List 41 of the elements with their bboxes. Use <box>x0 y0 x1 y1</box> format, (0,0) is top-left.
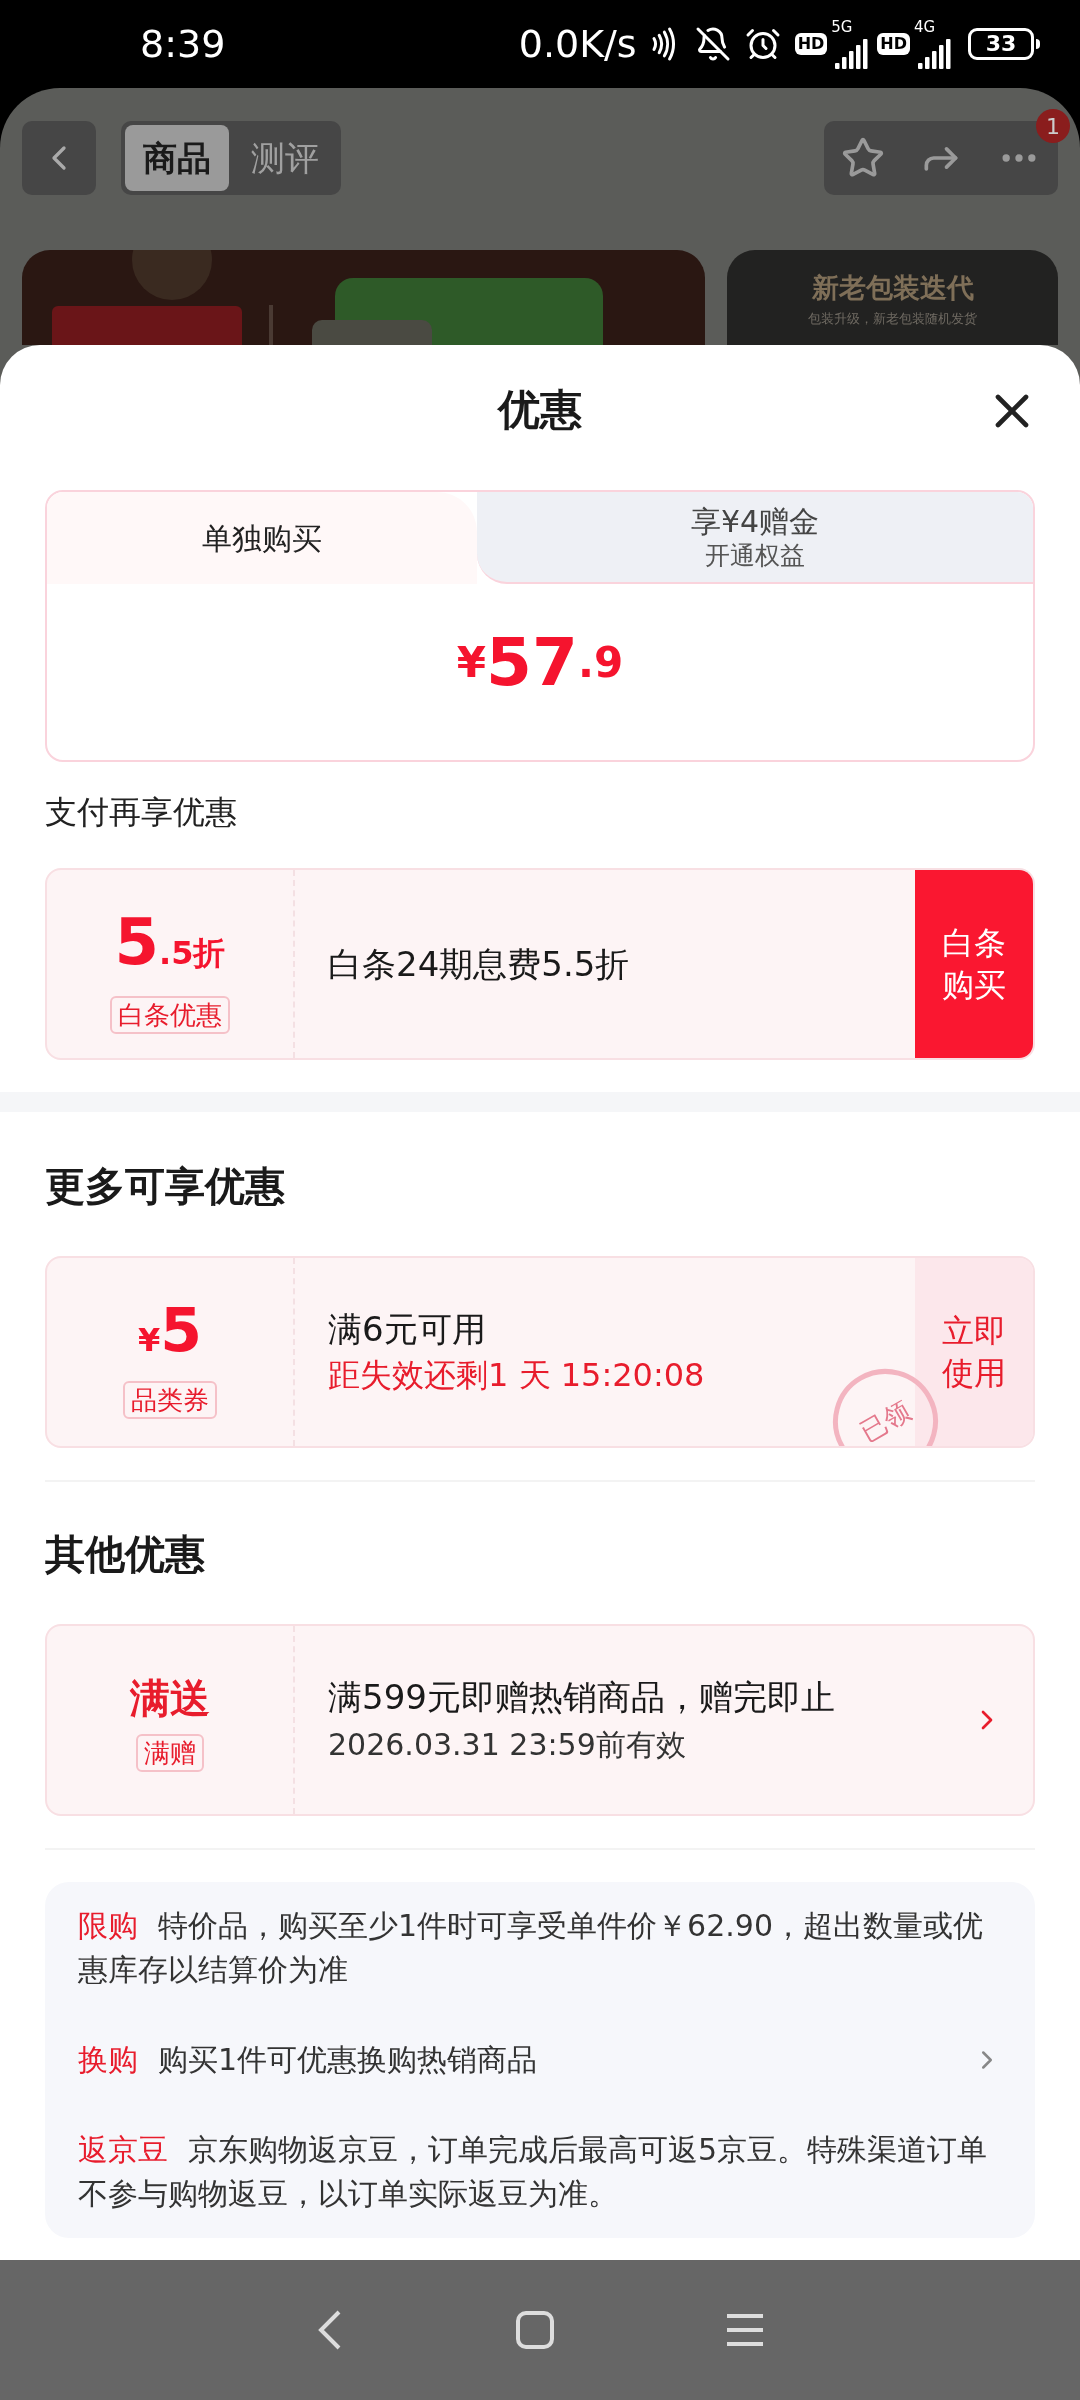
battery-level: 33 <box>985 33 1017 55</box>
purchase-tab[interactable]: 享¥4赠金 开通权益 <box>477 492 1033 584</box>
network-type: 5G <box>831 19 853 35</box>
promo-title: 满送 <box>130 1674 210 1723</box>
hd-badge: HD <box>877 33 910 55</box>
notification-badge: 1 <box>1036 109 1070 143</box>
hd-badge: HD <box>794 33 828 55</box>
bell-off-icon <box>694 26 731 62</box>
alarm-icon <box>744 26 781 62</box>
menu-icon[interactable] <box>725 2312 765 2348</box>
offer-tag: 白条优惠 <box>110 996 230 1034</box>
clock-time: 8:39 <box>140 20 226 68</box>
price-text: ¥57.9 <box>455 622 625 703</box>
offer-action-button[interactable]: 白条购买 <box>915 870 1033 1058</box>
offer-description: 白条24期息费5.5折 <box>328 942 631 986</box>
back-button[interactable] <box>22 121 96 195</box>
coupon-condition: 满6元可用 <box>328 1308 487 1351</box>
coupon-value: ¥5 <box>138 1294 202 1367</box>
promo-description: 满599元即赠热销商品，赠完即止 <box>328 1676 836 1719</box>
info-text: 返京豆 京东购物返京豆，订单完成后最高可返5京豆。特殊渠道订单不参与购物返豆，以订单实际返豆为准。 <box>78 2131 989 2213</box>
offer-tag: 品类券 <box>123 1381 217 1419</box>
banner-subtitle: 包装升级，新老包装随机发货 <box>808 309 977 328</box>
section-heading: 支付再享优惠 <box>45 792 238 833</box>
section-heading: 其他优惠 <box>45 1530 206 1579</box>
network-speed: 0.0K/s <box>518 20 637 68</box>
coupon-countdown: 距失效还剩1 天 15:20:08 <box>328 1355 706 1396</box>
sheet-title: 优惠 <box>498 383 582 436</box>
tab-sublabel: 开通权益 <box>705 541 805 571</box>
banner-title: 新老包装迭代 <box>811 271 974 305</box>
offer-tag: 满赠 <box>136 1734 204 1772</box>
info-text: 限购 特价品，购买至少1件时可享受单件价￥62.90，超出数量或优惠库存以结算价为准 <box>78 1907 984 1989</box>
home-icon[interactable] <box>515 2310 555 2350</box>
purchase-tab[interactable]: 单独购买 <box>47 492 477 584</box>
page-tab[interactable]: 测评 <box>233 125 337 191</box>
discount-value: 5.5折 <box>114 904 226 981</box>
section-heading: 更多可享优惠 <box>45 1162 286 1211</box>
network-type: 4G <box>914 19 936 35</box>
page-tab[interactable]: 商品 <box>125 125 229 191</box>
promo-validity: 2026.03.31 23:59前有效 <box>328 1726 687 1764</box>
info-text: 换购 购买1件可优惠换购热销商品 <box>78 2041 539 2079</box>
offer-action-button[interactable]: 立即使用 <box>915 1258 1033 1446</box>
